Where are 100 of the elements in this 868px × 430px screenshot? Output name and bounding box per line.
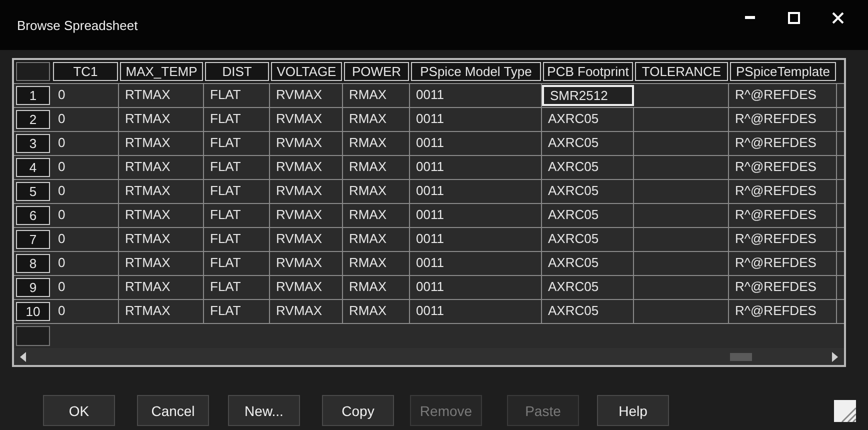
table-cell[interactable]: FLAT [204,300,270,323]
table-cell[interactable]: R^@REFDES [729,228,837,251]
table-cell[interactable]: 0 [52,84,119,107]
table-cell[interactable]: AXRC05 [542,204,634,227]
table-cell[interactable]: R^@REFDES [729,108,837,131]
table-cell[interactable]: RTMAX [119,84,204,107]
table-cell[interactable]: FLAT [204,156,270,179]
table-cell[interactable]: R^@REFDES [729,300,837,323]
table-cell[interactable]: RVMAX [270,132,343,155]
table-cell[interactable]: 0 [52,132,119,155]
table-cell[interactable]: AXRC05 [542,132,634,155]
column-header[interactable]: PSpiceTemplate [730,62,836,81]
table-cell[interactable]: RVMAX [270,156,343,179]
table-cell[interactable]: 0011 [410,276,542,299]
column-header[interactable]: DIST [205,62,269,81]
table-cell[interactable]: 0 [52,228,119,251]
column-header[interactable]: PSpice Model Type [411,62,541,81]
column-header[interactable]: POWER [344,62,409,81]
row-header[interactable]: 9 [16,278,50,297]
horizontal-scrollbar[interactable] [14,348,844,365]
table-cell[interactable]: RVMAX [270,180,343,203]
row-header[interactable]: 8 [16,254,50,273]
row-header[interactable]: 2 [16,110,50,129]
table-cell[interactable]: RTMAX [119,300,204,323]
table-cell[interactable]: 0 [52,204,119,227]
table-cell[interactable]: FLAT [204,84,270,107]
table-cell[interactable]: 0011 [410,252,542,275]
table-cell[interactable]: FLAT [204,252,270,275]
table-cell[interactable]: RMAX [343,180,410,203]
dialog-button[interactable]: OK [43,395,115,426]
column-header[interactable]: TOLERANCE [635,62,728,81]
scroll-thumb[interactable] [730,353,752,361]
row-header[interactable]: 7 [16,230,50,249]
table-cell[interactable]: RMAX [343,132,410,155]
table-cell[interactable]: RVMAX [270,204,343,227]
close-icon[interactable] [832,12,844,24]
table-cell[interactable]: 0011 [410,204,542,227]
table-cell[interactable]: RTMAX [119,108,204,131]
table-cell[interactable]: RVMAX [270,228,343,251]
table-cell[interactable]: 0 [52,276,119,299]
table-cell[interactable]: AXRC05 [542,252,634,275]
table-cell[interactable]: 0 [52,252,119,275]
row-header[interactable]: 1 [16,86,50,105]
table-cell[interactable]: 0 [52,300,119,323]
table-cell[interactable]: AXRC05 [542,228,634,251]
table-cell[interactable]: 0 [52,108,119,131]
scroll-left-icon[interactable] [20,352,26,362]
table-cell[interactable]: R^@REFDES [729,252,837,275]
row-header[interactable] [16,326,50,346]
row-header[interactable]: 4 [16,158,50,177]
table-cell[interactable]: 0 [52,156,119,179]
table-cell[interactable]: 0011 [410,228,542,251]
table-cell[interactable]: 0 [52,180,119,203]
table-cell[interactable]: R^@REFDES [729,156,837,179]
table-cell[interactable]: AXRC05 [542,156,634,179]
column-header[interactable]: PCB Footprint [543,62,633,81]
table-cell[interactable]: R^@REFDES [729,204,837,227]
table-cell[interactable]: RTMAX [119,252,204,275]
table-cell[interactable]: RVMAX [270,276,343,299]
table-cell[interactable]: 0011 [410,300,542,323]
table-cell[interactable]: RMAX [343,252,410,275]
dialog-button[interactable]: Cancel [137,395,209,426]
table-cell[interactable]: 0011 [410,180,542,203]
table-cell[interactable]: AXRC05 [542,180,634,203]
table-cell[interactable]: FLAT [204,276,270,299]
table-cell[interactable]: RMAX [343,300,410,323]
dialog-button[interactable]: Help [597,395,669,426]
table-cell[interactable]: RVMAX [270,300,343,323]
table-cell[interactable]: RTMAX [119,276,204,299]
row-header[interactable]: 6 [16,206,50,225]
table-cell[interactable]: FLAT [204,132,270,155]
column-header[interactable]: TC1 [53,62,118,81]
column-header[interactable]: VOLTAGE [271,62,342,81]
table-cell[interactable]: RVMAX [270,84,343,107]
dialog-button[interactable]: Copy [322,395,394,426]
row-header[interactable]: 10 [16,302,50,321]
table-cell[interactable]: RTMAX [119,204,204,227]
table-cell[interactable]: R^@REFDES [729,276,837,299]
corner-header[interactable] [16,62,50,81]
table-cell[interactable]: RVMAX [270,108,343,131]
table-cell[interactable]: RVMAX [270,252,343,275]
table-cell[interactable]: RMAX [343,276,410,299]
table-cell[interactable]: 0011 [410,108,542,131]
table-cell[interactable]: 0011 [410,156,542,179]
table-cell[interactable]: AXRC05 [542,108,634,131]
row-header[interactable]: 3 [16,134,50,153]
table-cell[interactable]: FLAT [204,180,270,203]
table-cell[interactable]: RMAX [343,156,410,179]
table-cell[interactable]: RMAX [343,84,410,107]
table-cell[interactable]: AXRC05 [542,276,634,299]
table-cell[interactable]: RMAX [343,228,410,251]
scroll-right-icon[interactable] [832,352,838,362]
table-cell[interactable]: R^@REFDES [729,132,837,155]
table-cell[interactable]: R^@REFDES [729,84,837,107]
maximize-icon[interactable] [788,12,800,24]
table-cell[interactable]: RMAX [343,204,410,227]
table-cell[interactable]: RTMAX [119,180,204,203]
table-cell[interactable]: FLAT [204,204,270,227]
table-cell[interactable]: RTMAX [119,132,204,155]
table-cell[interactable]: FLAT [204,228,270,251]
